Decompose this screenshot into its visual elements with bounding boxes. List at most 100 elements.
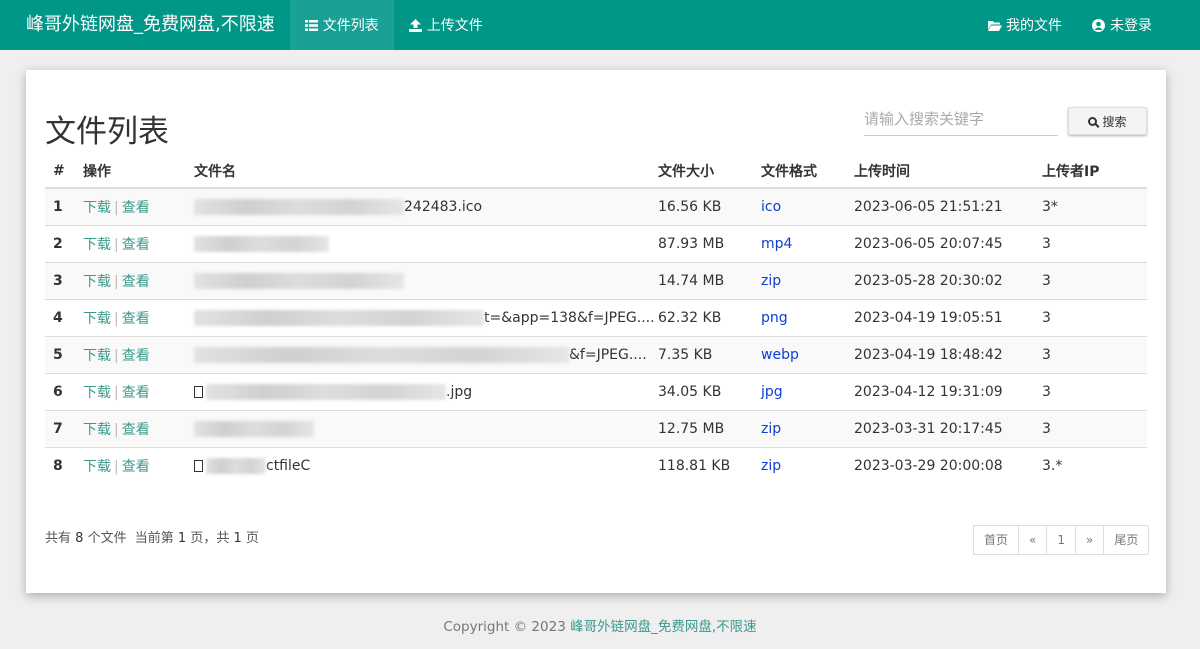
nav-my-files[interactable]: 我的文件 xyxy=(973,0,1077,50)
summary-current-prefix: 当前第 xyxy=(134,531,174,546)
view-link[interactable]: 查看 xyxy=(122,422,150,438)
download-link[interactable]: 下载 xyxy=(83,422,111,438)
pager-next[interactable]: » xyxy=(1075,526,1103,554)
list-icon xyxy=(304,19,318,32)
copyright-link[interactable]: 峰哥外链网盘_免费网盘,不限速 xyxy=(570,619,757,635)
pager-prev[interactable]: « xyxy=(1018,526,1046,554)
nav-login-label: 未登录 xyxy=(1110,18,1152,34)
pager-page-1[interactable]: 1 xyxy=(1046,526,1075,554)
row-format: zip xyxy=(761,446,854,484)
row-upload-time: 2023-03-29 20:00:08 xyxy=(854,446,1042,484)
table-row: 8 下载 | 查看 ctfileC 118.81 KB zip 2023-03-29 20:0… xyxy=(45,446,1147,484)
col-header-size: 文件大小 xyxy=(658,154,761,189)
row-filename[interactable]: &f=JPEG.... xyxy=(194,335,658,373)
col-header-time: 上传时间 xyxy=(854,154,1042,189)
row-upload-time: 2023-06-05 21:51:21 xyxy=(854,187,1042,225)
row-filename[interactable]: t=&app=138&f=JPEG.... xyxy=(194,298,658,336)
redacted-filename xyxy=(194,198,404,215)
format-label: zip xyxy=(761,457,782,474)
row-actions: 下载 | 查看 xyxy=(83,261,194,299)
table-row: 6 下载 | 查看 .jpg 34.05 KB jpg 2023-04-12 19:31:09… xyxy=(45,372,1147,410)
redacted-filename xyxy=(194,309,484,326)
redacted-filename xyxy=(194,346,569,363)
view-link[interactable]: 查看 xyxy=(122,459,150,475)
filename-visible-part: &f=JPEG.... xyxy=(569,346,647,363)
nav-right: 我的文件 未登录 xyxy=(973,0,1167,50)
row-filename[interactable] xyxy=(194,224,658,262)
download-link[interactable]: 下载 xyxy=(83,237,111,253)
format-label: jpg xyxy=(761,383,783,400)
row-size: 7.35 KB xyxy=(658,335,761,373)
view-link[interactable]: 查看 xyxy=(122,200,150,216)
row-actions: 下载 | 查看 xyxy=(83,298,194,336)
table-row: 3 下载 | 查看 14.74 MB zip 2023-05-28 20:30:02 3 xyxy=(45,261,1147,299)
format-label: zip xyxy=(761,420,782,437)
download-link[interactable]: 下载 xyxy=(83,311,111,327)
row-filename[interactable] xyxy=(194,261,658,299)
row-upload-time: 2023-03-31 20:17:45 xyxy=(854,409,1042,447)
download-link[interactable]: 下载 xyxy=(83,385,111,401)
search-input[interactable] xyxy=(864,108,1058,136)
row-size: 118.81 KB xyxy=(658,446,761,484)
nav-login-status[interactable]: 未登录 xyxy=(1077,0,1167,50)
file-summary: 共有 8 个文件 当前第 1 页，共 1 页 xyxy=(45,527,259,546)
action-separator: | xyxy=(114,421,119,438)
row-size: 62.32 KB xyxy=(658,298,761,336)
nav-file-list-label: 文件列表 xyxy=(322,18,379,34)
row-uploader-ip: 3 xyxy=(1042,298,1147,336)
row-size: 34.05 KB xyxy=(658,372,761,410)
row-number: 2 xyxy=(45,224,83,262)
table-row: 7 下载 | 查看 12.75 MB zip 2023-03-31 20:17:45 3 xyxy=(45,409,1147,447)
col-header-format: 文件格式 xyxy=(761,154,854,189)
row-actions: 下载 | 查看 xyxy=(83,335,194,373)
row-upload-time: 2023-04-19 18:48:42 xyxy=(854,335,1042,373)
row-filename[interactable]: .jpg xyxy=(194,372,658,410)
summary-total-pages: 1 xyxy=(233,531,242,546)
row-number: 5 xyxy=(45,335,83,373)
view-link[interactable]: 查看 xyxy=(122,237,150,253)
pager-first[interactable]: 首页 xyxy=(974,526,1018,554)
table-row: 1 下载 | 查看 242483.ico 16.56 KB ico 2023-06-05 21… xyxy=(45,187,1147,225)
row-filename[interactable]: 242483.ico xyxy=(194,187,658,225)
nav-file-list[interactable]: 文件列表 xyxy=(289,0,394,50)
nav-my-files-label: 我的文件 xyxy=(1006,18,1062,34)
redacted-filename xyxy=(206,383,446,400)
view-link[interactable]: 查看 xyxy=(122,385,150,401)
format-label: webp xyxy=(761,346,799,363)
col-header-ip: 上传者IP xyxy=(1042,154,1147,189)
row-filename[interactable]: ctfileC xyxy=(194,446,658,484)
summary-prefix: 共有 xyxy=(45,531,72,546)
view-link[interactable]: 查看 xyxy=(122,311,150,327)
view-link[interactable]: 查看 xyxy=(122,274,150,290)
row-number: 1 xyxy=(45,187,83,225)
nav-upload[interactable]: 上传文件 xyxy=(394,0,498,50)
format-label: png xyxy=(761,309,788,326)
search-button[interactable]: 搜索 xyxy=(1068,107,1147,135)
summary-current-page: 1 xyxy=(177,531,187,546)
view-link[interactable]: 查看 xyxy=(122,348,150,364)
download-link[interactable]: 下载 xyxy=(83,459,111,475)
row-format: zip xyxy=(761,409,854,447)
download-link[interactable]: 下载 xyxy=(83,200,111,216)
row-actions: 下载 | 查看 xyxy=(83,372,194,410)
copyright-footer: Copyright © 2023 峰哥外链网盘_免费网盘,不限速 xyxy=(0,615,1200,635)
row-uploader-ip: 3.* xyxy=(1042,446,1147,484)
brand-title[interactable]: 峰哥外链网盘_免费网盘,不限速 xyxy=(0,0,290,50)
row-size: 87.93 MB xyxy=(658,224,761,262)
nav-upload-label: 上传文件 xyxy=(426,18,483,34)
row-actions: 下载 | 查看 xyxy=(83,409,194,447)
row-upload-time: 2023-06-05 20:07:45 xyxy=(854,224,1042,262)
user-circle-icon xyxy=(1092,18,1105,32)
summary-current-suffix: 页，共 xyxy=(190,531,230,546)
download-link[interactable]: 下载 xyxy=(83,348,111,364)
download-link[interactable]: 下载 xyxy=(83,274,111,290)
pagination: 首页 « 1 » 尾页 xyxy=(973,525,1150,555)
pager-last[interactable]: 尾页 xyxy=(1103,526,1148,554)
row-actions: 下载 | 查看 xyxy=(83,446,194,484)
row-number: 7 xyxy=(45,409,83,447)
redacted-filename xyxy=(194,272,404,289)
row-filename[interactable] xyxy=(194,409,658,447)
row-uploader-ip: 3 xyxy=(1042,335,1147,373)
row-uploader-ip: 3 xyxy=(1042,261,1147,299)
upload-icon xyxy=(408,18,422,32)
